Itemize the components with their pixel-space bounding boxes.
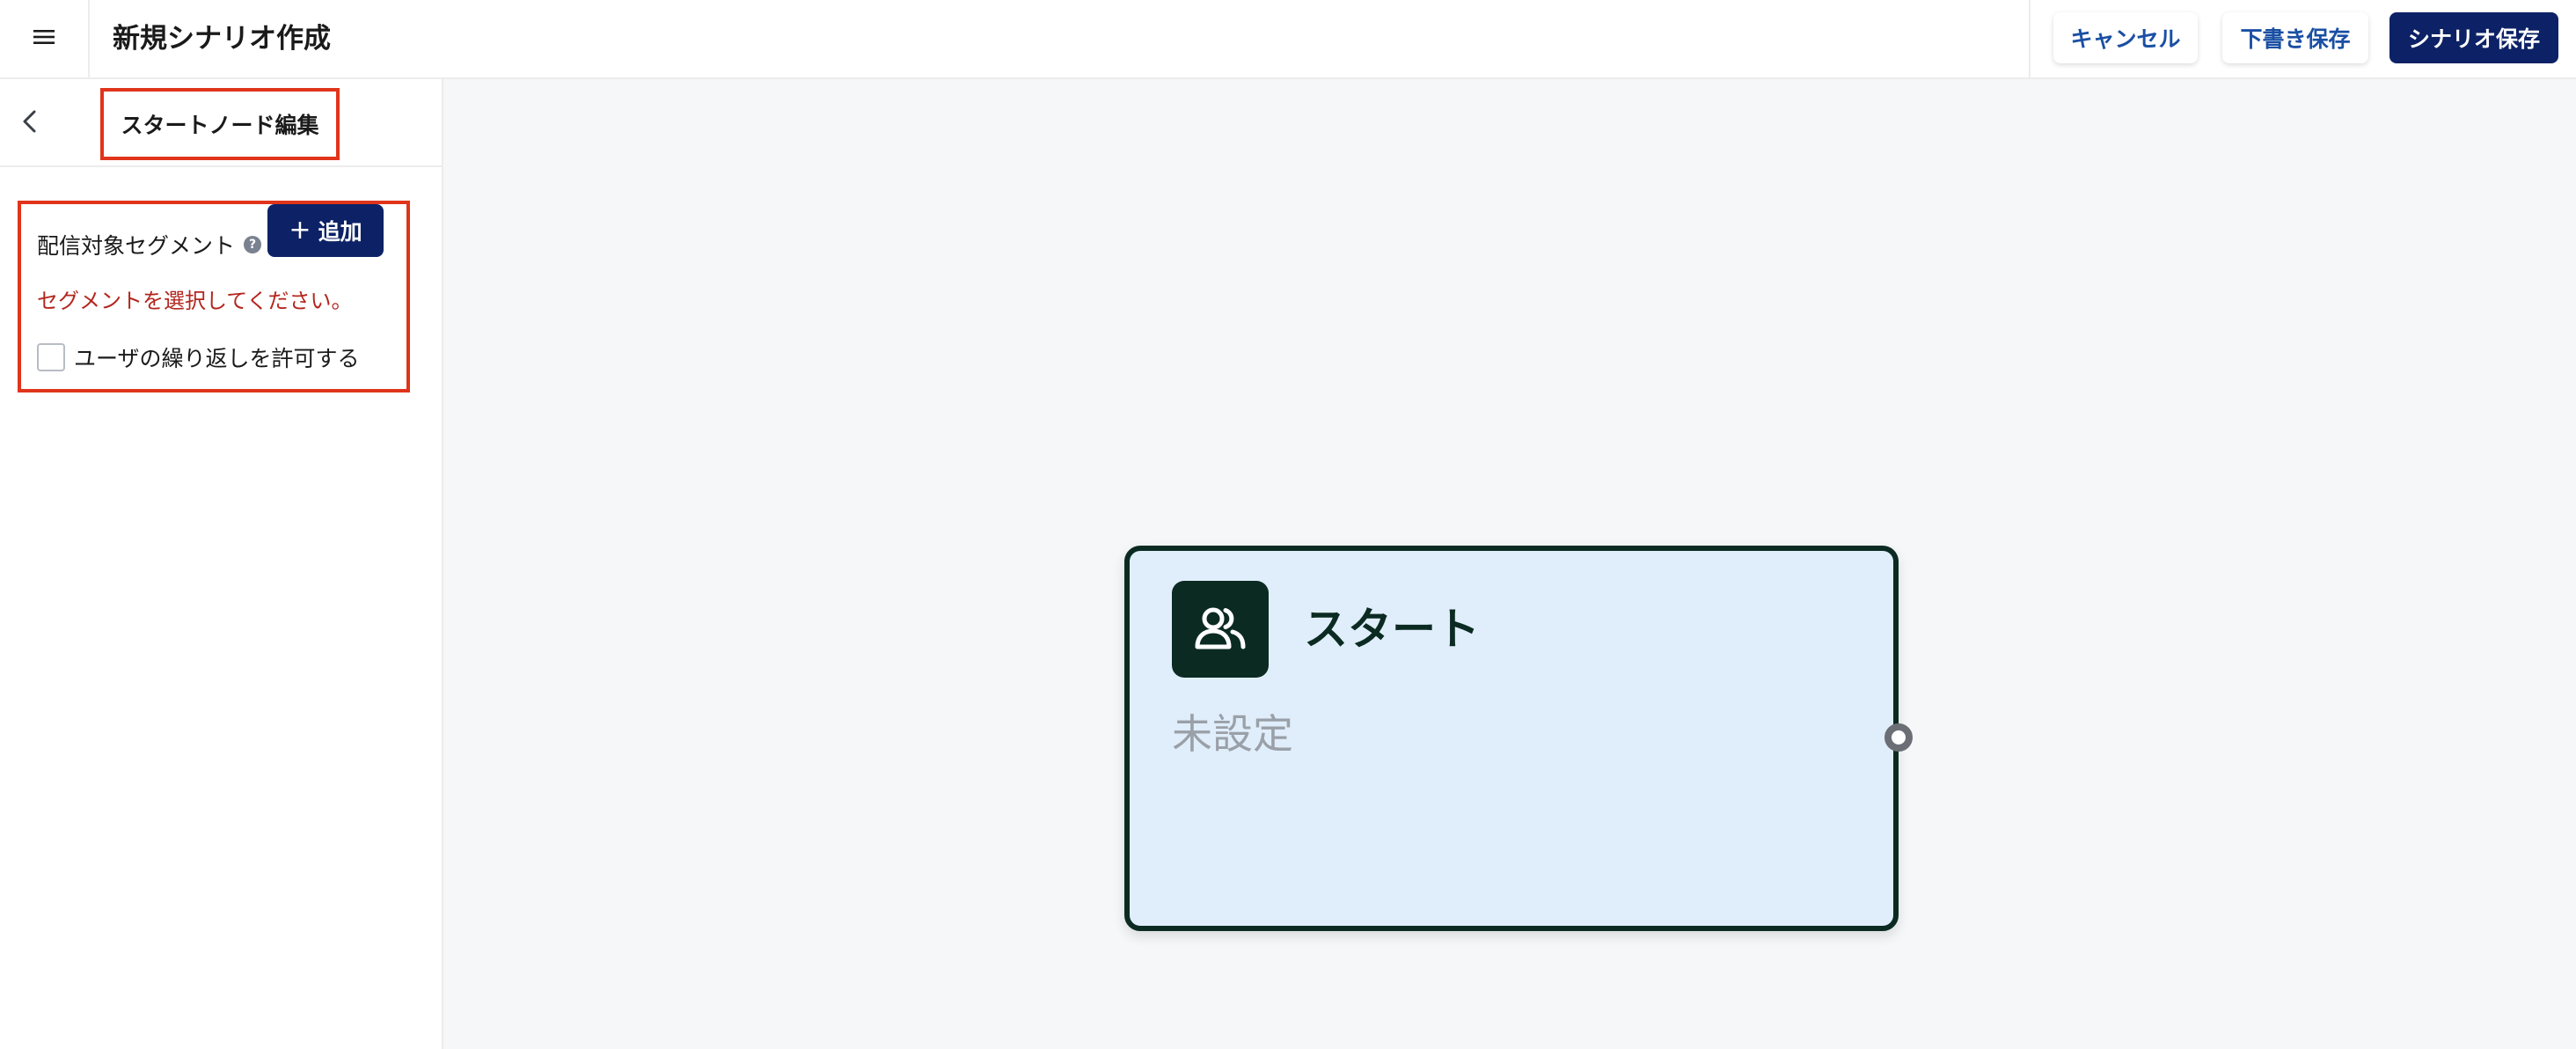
- add-segment-button[interactable]: + 追加: [267, 204, 384, 257]
- allow-repeat-checkbox[interactable]: [37, 343, 65, 371]
- chevron-left-icon: [21, 109, 39, 137]
- start-node-title: スタート: [1304, 604, 1480, 655]
- save-draft-button[interactable]: 下書き保存: [2222, 12, 2368, 63]
- hamburger-menu-icon: [33, 28, 55, 49]
- add-segment-label: 追加: [318, 219, 362, 245]
- back-button[interactable]: [12, 106, 48, 141]
- segment-label: 配信対象セグメント ?: [37, 229, 262, 260]
- cancel-button[interactable]: キャンセル: [2053, 12, 2198, 63]
- sidebar-header: スタートノード編集: [0, 79, 442, 167]
- users-icon: [1172, 581, 1269, 678]
- segment-error-message: セグメントを選択してください。: [37, 289, 353, 313]
- allow-repeat-label: ユーザの繰り返しを許可する: [74, 346, 360, 371]
- node-edit-sidebar: スタートノード編集 配信対象セグメント ? + 追加 セグメントを選択してくださ…: [0, 79, 443, 1049]
- segment-label-text: 配信対象セグメント: [37, 233, 236, 259]
- sidebar-title: スタートノード編集: [100, 88, 340, 160]
- header-divider: [2029, 0, 2031, 77]
- help-icon[interactable]: ?: [244, 236, 262, 253]
- menu-button[interactable]: [0, 0, 90, 77]
- start-node-status: 未設定: [1172, 710, 1293, 758]
- page-title: 新規シナリオ作成: [113, 23, 331, 55]
- top-header: 新規シナリオ作成 キャンセル 下書き保存 シナリオ保存: [0, 0, 2576, 79]
- output-connection-handle[interactable]: [1884, 723, 1913, 752]
- flow-canvas[interactable]: スタート 未設定: [443, 79, 2576, 1049]
- plus-icon: +: [289, 215, 311, 246]
- start-node[interactable]: スタート 未設定: [1124, 546, 1913, 931]
- save-scenario-button[interactable]: シナリオ保存: [2389, 12, 2558, 63]
- allow-repeat-option[interactable]: ユーザの繰り返しを許可する: [37, 341, 360, 373]
- segment-form-section: 配信対象セグメント ? + 追加 セグメントを選択してください。 ユーザの繰り返…: [18, 201, 410, 392]
